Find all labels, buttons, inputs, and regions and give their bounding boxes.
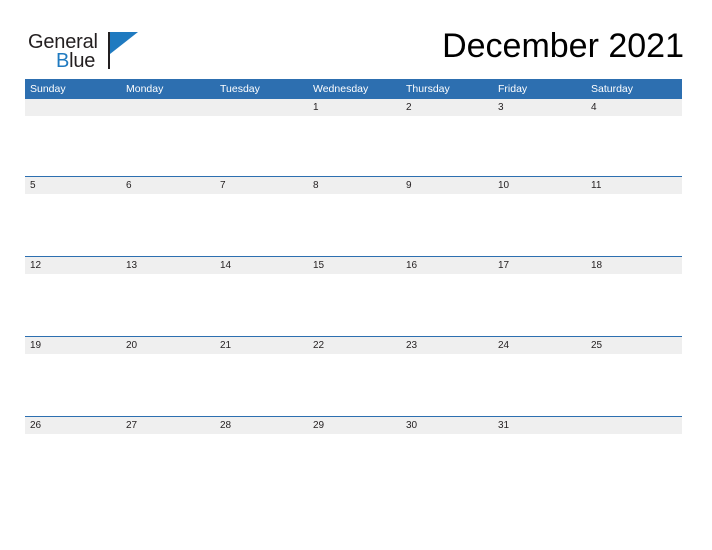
day-cell-number[interactable]: 8	[308, 176, 401, 194]
day-cell-notes[interactable]	[401, 274, 493, 337]
day-cell-number[interactable]: 6	[121, 176, 215, 194]
day-cell-notes[interactable]	[215, 274, 308, 337]
calendar-table: Sunday Monday Tuesday Wednesday Thursday…	[25, 79, 682, 496]
day-cell-number[interactable]: 24	[493, 336, 586, 354]
day-cell-number[interactable]: 17	[493, 256, 586, 274]
weekday-header-saturday: Saturday	[586, 79, 682, 99]
day-cell-number[interactable]: 31	[493, 416, 586, 434]
day-cell-notes[interactable]	[401, 194, 493, 257]
day-cell-notes[interactable]	[121, 434, 215, 496]
day-cell-number[interactable]: 10	[493, 176, 586, 194]
day-cell-number[interactable]	[121, 99, 215, 116]
day-cell-notes[interactable]	[308, 194, 401, 257]
day-cell-number[interactable]: 11	[586, 176, 682, 194]
day-cell-notes[interactable]	[493, 434, 586, 496]
weekday-header-sunday: Sunday	[25, 79, 121, 99]
calendar-page: General Blue December 2021 Sunday Monday…	[0, 0, 712, 550]
day-cell-notes[interactable]	[308, 274, 401, 337]
day-cell-notes[interactable]	[401, 354, 493, 417]
day-cell-notes[interactable]	[215, 116, 308, 177]
week-1-daynumber-row: 1 2 3 4	[25, 99, 682, 116]
week-4-daynumber-row: 19 20 21 22 23 24 25	[25, 336, 682, 354]
day-cell-notes[interactable]	[308, 116, 401, 177]
day-cell-notes[interactable]	[25, 354, 121, 417]
logo-text-blue: Blue	[56, 50, 95, 73]
weekday-header-tuesday: Tuesday	[215, 79, 308, 99]
page-header: General Blue December 2021	[0, 0, 712, 78]
day-cell-number[interactable]	[586, 416, 682, 434]
weekday-header-wednesday: Wednesday	[308, 79, 401, 99]
weekday-header-row: Sunday Monday Tuesday Wednesday Thursday…	[25, 79, 682, 99]
day-cell-number[interactable]	[215, 99, 308, 116]
general-blue-logo[interactable]: General Blue	[28, 31, 178, 73]
day-cell-notes[interactable]	[401, 116, 493, 177]
day-cell-notes[interactable]	[121, 194, 215, 257]
day-cell-notes[interactable]	[308, 354, 401, 417]
day-cell-number[interactable]: 28	[215, 416, 308, 434]
calendar-grid: Sunday Monday Tuesday Wednesday Thursday…	[25, 79, 682, 496]
week-4-note-row	[25, 354, 682, 417]
day-cell-number[interactable]	[25, 99, 121, 116]
day-cell-notes[interactable]	[586, 434, 682, 496]
week-2-note-row	[25, 194, 682, 257]
day-cell-notes[interactable]	[121, 354, 215, 417]
week-5-daynumber-row: 26 27 28 29 30 31	[25, 416, 682, 434]
day-cell-number[interactable]: 29	[308, 416, 401, 434]
day-cell-notes[interactable]	[25, 194, 121, 257]
weekday-header-friday: Friday	[493, 79, 586, 99]
weekday-header-monday: Monday	[121, 79, 215, 99]
day-cell-number[interactable]: 21	[215, 336, 308, 354]
day-cell-number[interactable]: 26	[25, 416, 121, 434]
day-cell-number[interactable]: 13	[121, 256, 215, 274]
day-cell-number[interactable]: 12	[25, 256, 121, 274]
day-cell-notes[interactable]	[401, 434, 493, 496]
day-cell-notes[interactable]	[493, 116, 586, 177]
day-cell-notes[interactable]	[25, 434, 121, 496]
day-cell-notes[interactable]	[121, 116, 215, 177]
day-cell-notes[interactable]	[493, 274, 586, 337]
day-cell-number[interactable]: 5	[25, 176, 121, 194]
day-cell-number[interactable]: 9	[401, 176, 493, 194]
day-cell-notes[interactable]	[308, 434, 401, 496]
day-cell-number[interactable]: 25	[586, 336, 682, 354]
day-cell-number[interactable]: 19	[25, 336, 121, 354]
day-cell-number[interactable]: 14	[215, 256, 308, 274]
day-cell-notes[interactable]	[25, 274, 121, 337]
day-cell-number[interactable]: 15	[308, 256, 401, 274]
day-cell-notes[interactable]	[493, 194, 586, 257]
week-5-note-row	[25, 434, 682, 496]
day-cell-number[interactable]: 20	[121, 336, 215, 354]
day-cell-number[interactable]: 16	[401, 256, 493, 274]
week-3-note-row	[25, 274, 682, 337]
week-2-daynumber-row: 5 6 7 8 9 10 11	[25, 176, 682, 194]
day-cell-notes[interactable]	[493, 354, 586, 417]
day-cell-number[interactable]: 1	[308, 99, 401, 116]
day-cell-number[interactable]: 2	[401, 99, 493, 116]
day-cell-number[interactable]: 30	[401, 416, 493, 434]
day-cell-number[interactable]: 3	[493, 99, 586, 116]
day-cell-number[interactable]: 4	[586, 99, 682, 116]
day-cell-number[interactable]: 27	[121, 416, 215, 434]
weekday-header-thursday: Thursday	[401, 79, 493, 99]
day-cell-notes[interactable]	[586, 194, 682, 257]
day-cell-notes[interactable]	[25, 116, 121, 177]
day-cell-number[interactable]: 23	[401, 336, 493, 354]
day-cell-number[interactable]: 18	[586, 256, 682, 274]
day-cell-notes[interactable]	[215, 354, 308, 417]
day-cell-notes[interactable]	[586, 274, 682, 337]
week-3-daynumber-row: 12 13 14 15 16 17 18	[25, 256, 682, 274]
day-cell-notes[interactable]	[215, 434, 308, 496]
day-cell-notes[interactable]	[586, 116, 682, 177]
logo-text-blue-rest: lue	[69, 50, 96, 72]
day-cell-number[interactable]: 7	[215, 176, 308, 194]
week-1-note-row	[25, 116, 682, 177]
day-cell-notes[interactable]	[215, 194, 308, 257]
logo-text-blue-initial: B	[56, 50, 70, 72]
page-title: December 2021	[442, 27, 684, 65]
day-cell-number[interactable]: 22	[308, 336, 401, 354]
day-cell-notes[interactable]	[586, 354, 682, 417]
logo-triangle-icon	[110, 32, 138, 54]
day-cell-notes[interactable]	[121, 274, 215, 337]
